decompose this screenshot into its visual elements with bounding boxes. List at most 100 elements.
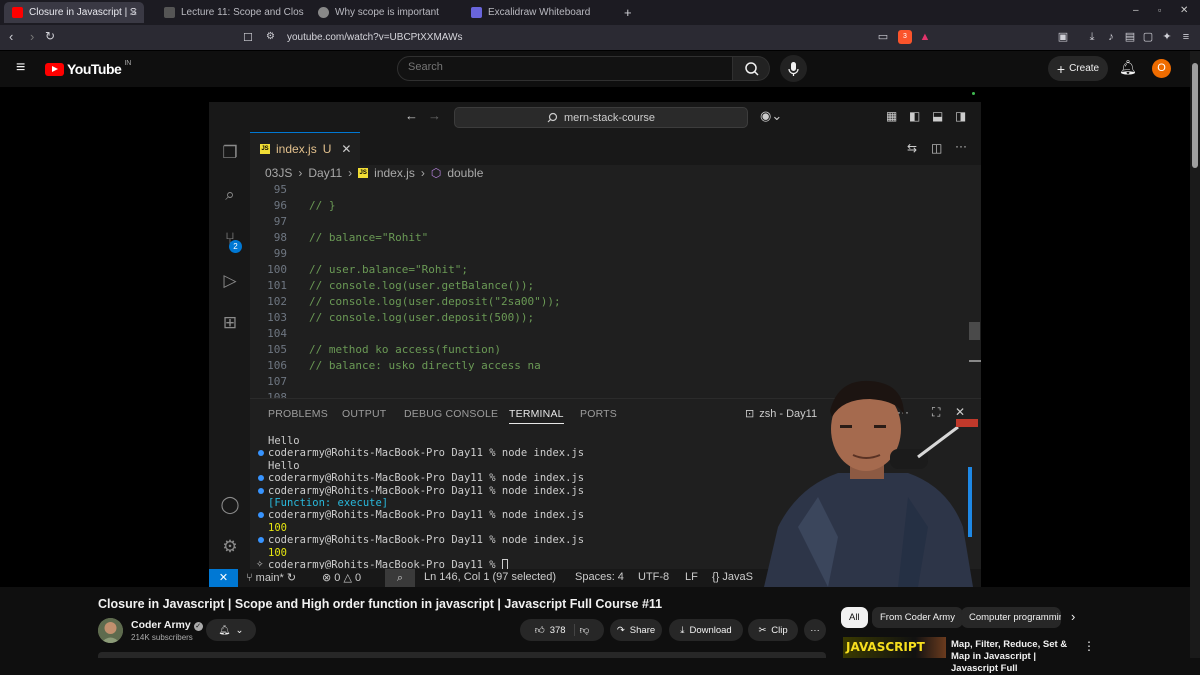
leo-ai-icon[interactable]: ✦: [1160, 30, 1174, 44]
create-button[interactable]: + Create: [1048, 56, 1108, 81]
chevron-right-icon[interactable]: ›: [1071, 609, 1075, 624]
voice-search-button[interactable]: [780, 55, 807, 82]
new-tab-button[interactable]: +: [616, 2, 632, 23]
close-editor-icon[interactable]: ✕: [341, 142, 351, 156]
cast-icon[interactable]: ▭: [876, 30, 890, 44]
page-scrollbar[interactable]: [1190, 51, 1200, 658]
extensions-icon[interactable]: ⊞: [219, 312, 241, 334]
panel-tab-terminal[interactable]: TERMINAL: [509, 408, 564, 424]
code-line[interactable]: 97: [250, 214, 309, 230]
more-actions-icon[interactable]: ···: [955, 139, 967, 153]
run-debug-icon[interactable]: ▷: [219, 270, 241, 292]
hamburger-menu-icon[interactable]: ≡: [16, 59, 25, 77]
browser-tab-closure[interactable]: Closure in Javascript | S ✕: [4, 2, 144, 23]
bookmark-icon[interactable]: ☐: [243, 31, 253, 44]
toggle-secondary-sidebar-icon[interactable]: ◨: [955, 109, 966, 123]
nav-back-icon[interactable]: ←: [405, 108, 418, 123]
maximize-icon[interactable]: ▫: [1158, 5, 1161, 15]
code-line[interactable]: 100 // user.balance="Rohit";: [250, 262, 468, 278]
problems-status[interactable]: ⊗ 0 △ 0: [322, 571, 361, 584]
download-button[interactable]: ⤓ Download: [669, 619, 743, 641]
remote-indicator-icon[interactable]: ✕: [209, 569, 238, 587]
code-line[interactable]: 104: [250, 326, 309, 342]
sidebar-toggle-icon[interactable]: ▣: [1056, 30, 1070, 44]
indentation[interactable]: Spaces: 4: [575, 571, 624, 583]
command-decoration-icon[interactable]: [258, 475, 264, 482]
page-scrollbar-thumb[interactable]: [1192, 63, 1198, 168]
code-line[interactable]: 106 // balance: usko directly access na: [250, 358, 541, 374]
panel-tab-ports[interactable]: PORTS: [580, 408, 617, 420]
channel-name[interactable]: Coder Army ✓: [131, 619, 203, 631]
account-avatar[interactable]: O: [1152, 59, 1171, 78]
zoom-icon[interactable]: ⌕: [385, 569, 415, 587]
code-line[interactable]: 101 // console.log(user.getBalance());: [250, 278, 534, 294]
share-button[interactable]: ↷ Share: [610, 619, 662, 641]
subscribed-button[interactable]: 🔔︎ ⌄: [206, 619, 256, 641]
code-line[interactable]: 103 // console.log(user.deposit(500));: [250, 310, 534, 326]
breadcrumb-item[interactable]: Day11: [308, 166, 342, 180]
youtube-logo[interactable]: YouTube IN: [45, 60, 131, 77]
explorer-icon[interactable]: ❐: [219, 142, 241, 164]
code-line[interactable]: 105 // method ko access(function): [250, 342, 501, 358]
code-line[interactable]: 95: [250, 182, 309, 198]
notifications-bell-icon[interactable]: 🔔︎: [1119, 59, 1137, 76]
terminal-output[interactable]: Hello coderarmy@Rohits-MacBook-Pro Day11 …: [258, 435, 758, 571]
search-box[interactable]: [397, 56, 733, 81]
open-changes-icon[interactable]: ⇆: [907, 141, 917, 155]
address-bar[interactable]: youtube.com/watch?v=UBCPtXXMAWs: [287, 32, 463, 43]
like-button[interactable]: 👍︎ 378: [535, 624, 575, 636]
command-decoration-icon[interactable]: [258, 512, 264, 519]
split-editor-icon[interactable]: ◫: [931, 141, 942, 155]
browser-tab-lecture[interactable]: Lecture 11: Scope and Closure: [156, 2, 304, 23]
nav-forward-icon[interactable]: →: [428, 108, 441, 123]
breadcrumb-item[interactable]: index.js: [374, 166, 415, 180]
branch-status[interactable]: ⑂ main* ↻: [246, 571, 296, 584]
toggle-panel-icon[interactable]: ⬓: [932, 109, 943, 123]
customize-layout-icon[interactable]: ▦: [886, 109, 897, 123]
panel-tab-output[interactable]: OUTPUT: [342, 408, 386, 420]
end-of-line[interactable]: LF: [685, 571, 698, 583]
window-close-icon[interactable]: ✕: [1180, 5, 1188, 16]
music-icon[interactable]: ♪: [1104, 30, 1118, 44]
cursor-position[interactable]: Ln 146, Col 1 (97 selected): [424, 571, 556, 583]
chip-all[interactable]: All: [841, 607, 868, 628]
breadcrumb-item[interactable]: 03JS: [265, 166, 292, 180]
reload-icon[interactable]: ↻: [45, 29, 55, 43]
back-icon[interactable]: ‹: [9, 29, 13, 44]
forward-icon[interactable]: ›: [30, 29, 34, 44]
minimize-icon[interactable]: –: [1133, 5, 1139, 16]
code-line[interactable]: 96 // }: [250, 198, 336, 214]
command-decoration-icon[interactable]: [258, 487, 264, 494]
copilot-icon[interactable]: ◉⌄: [760, 108, 782, 124]
code-line[interactable]: 107: [250, 374, 309, 390]
panel-tab-debug-console[interactable]: DEBUG CONSOLE: [404, 408, 498, 420]
code-line[interactable]: 102 // console.log(user.deposit("2sa00"))…: [250, 294, 561, 310]
language-mode[interactable]: {} JavaS: [712, 571, 753, 583]
search-view-icon[interactable]: ⌕: [219, 184, 241, 206]
close-tab-icon[interactable]: ✕: [129, 6, 138, 19]
more-vertical-icon[interactable]: ⋮: [1083, 639, 1095, 653]
command-decoration-icon[interactable]: [258, 450, 264, 457]
panel-tab-problems[interactable]: PROBLEMS: [268, 408, 328, 420]
code-line[interactable]: 99: [250, 246, 309, 262]
code-editor[interactable]: 95 96 // } 97 98 // balance="Rohit" 99 100 // us…: [250, 183, 970, 404]
recommended-thumbnail[interactable]: JAVASCRIPT: [843, 637, 946, 658]
site-settings-icon[interactable]: ⚙: [266, 31, 275, 42]
wallet-icon[interactable]: ▢: [1141, 30, 1155, 44]
reader-icon[interactable]: ▤: [1123, 30, 1137, 44]
more-video-actions-button[interactable]: ···: [804, 619, 826, 641]
command-decoration-icon[interactable]: [258, 537, 264, 544]
download-icon[interactable]: ⤓: [1085, 30, 1099, 44]
breadcrumb-item[interactable]: double: [447, 166, 483, 180]
chip-computer-programming[interactable]: Computer programming: [961, 607, 1061, 628]
manage-gear-icon[interactable]: ⚙: [219, 536, 241, 558]
brave-rewards-icon[interactable]: ▲: [918, 30, 932, 44]
recommended-video-title[interactable]: Map, Filter, Reduce, Set & Map in Javasc…: [951, 639, 1076, 675]
dislike-button[interactable]: 👎︎: [580, 624, 590, 636]
accounts-icon[interactable]: ◯: [219, 494, 241, 516]
browser-tab-why-scope[interactable]: Why scope is important: [310, 2, 460, 23]
search-input[interactable]: [408, 61, 708, 73]
toggle-primary-sidebar-icon[interactable]: ◧: [909, 109, 920, 123]
search-button[interactable]: [732, 56, 770, 81]
brave-shields-icon[interactable]: 3: [898, 30, 912, 44]
